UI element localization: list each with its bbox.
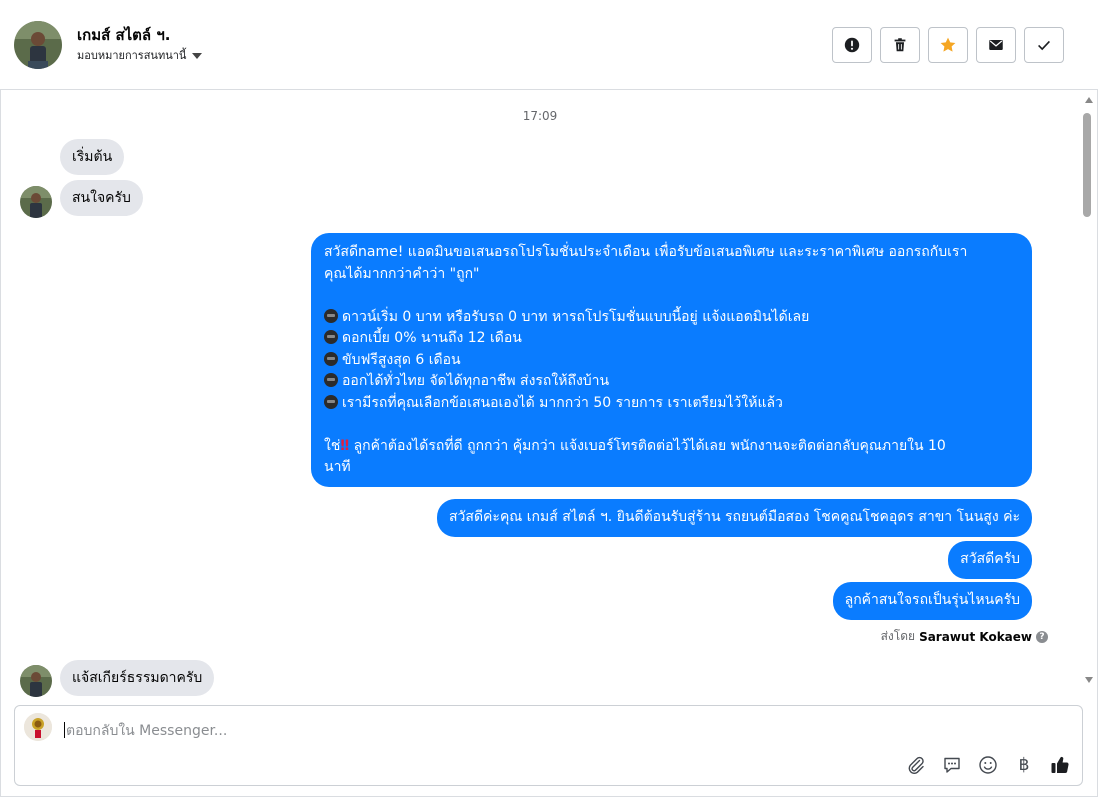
emoji-icon (979, 756, 997, 774)
outgoing-promo-message[interactable]: สวัสดีname! แอดมินขอเสนอรถโปรโมชั่นประจำ… (311, 233, 1032, 487)
sent-by-label: ส่งโดย (880, 629, 916, 643)
double-exclamation-icon: ‼ (340, 437, 350, 454)
message-timestamp: 17:09 (522, 109, 558, 123)
attach-button[interactable] (906, 755, 926, 775)
contact-name: เกมส์ สไตล์ ฯ. (77, 26, 171, 44)
reply-placeholder: ตอบกลับใน Messenger... (66, 723, 228, 739)
checkmark-icon (1038, 40, 1050, 51)
page-avatar (24, 713, 52, 741)
promo-bullet: ดาวน์เริ่ม 0 บาท หรือรับรถ 0 บาท หารถโปร… (324, 307, 1018, 329)
conversation-header: เกมส์ สไตล์ ฯ. มอบหมายการสนทนานี้ (0, 0, 1098, 90)
outgoing-message[interactable]: ลูกค้าสนใจรถเป็นรุ่นไหนครับ (832, 582, 1032, 620)
promo-closing: ใช่‼ ลูกค้าต้องได้รถที่ดี ถูกกว่า คุ้มกว… (324, 437, 946, 454)
car-emoji-icon (324, 394, 338, 409)
emoji-button[interactable] (978, 755, 998, 775)
report-button[interactable] (832, 27, 872, 63)
assign-conversation-dropdown[interactable]: มอบหมายการสนทนานี้ (77, 46, 203, 64)
promo-bullet: ดอกเบี้ย 0% นานถึง 12 เดือน (324, 328, 1018, 350)
baht-icon: ฿ (1018, 755, 1030, 775)
contact-avatar[interactable] (14, 21, 62, 69)
payment-button[interactable]: ฿ (1014, 755, 1034, 775)
car-emoji-icon (324, 330, 338, 344)
sent-by-info: ส่งโดย Sarawut Kokaew ? (881, 627, 1048, 646)
car-emoji-icon (324, 373, 338, 387)
question-circle-icon[interactable]: ? (1036, 630, 1048, 643)
car-emoji-icon (324, 308, 338, 323)
contact-avatar-small (20, 186, 52, 218)
promo-bullet: ออกได้ทั่วไทย จัดได้ทุกอาชีพ ส่งรถให้ถึง… (324, 371, 1018, 393)
scroll-down-arrow-icon[interactable] (1085, 677, 1093, 683)
incoming-message[interactable]: สนใจครับ (60, 180, 143, 216)
envelope-icon (989, 40, 1003, 50)
trash-icon (894, 38, 906, 52)
promo-line: คุณได้มากกว่าคำว่า "ถูก" (324, 265, 480, 282)
reply-composer[interactable]: ตอบกลับใน Messenger... ฿ (14, 705, 1083, 786)
incoming-message[interactable]: แจ้สเกียร์ธรรมดาครับ (60, 660, 215, 696)
promo-bullet: ขับฟรีสูงสุด 6 เดือน (324, 350, 1018, 372)
message-thread[interactable]: 17:09 เริ่มต้น สนใจครับ สวัสดีname! แอดม… (0, 91, 1080, 697)
incoming-message[interactable]: เริ่มต้น (60, 139, 125, 175)
outgoing-message[interactable]: สวัสดีค่ะคุณ เกมส์ สไตล์ ฯ. ยินดีต้อนรับ… (437, 499, 1032, 537)
exclamation-circle-icon (844, 37, 860, 53)
promo-line: สวัสดีname! แอดมินขอเสนอรถโปรโมชั่นประจำ… (324, 244, 968, 260)
promo-bullet: เรามีรถที่คุณเลือกข้อเสนอเองได้ มากกว่า … (324, 393, 1018, 415)
saved-reply-button[interactable] (942, 755, 962, 775)
scroll-up-arrow-icon[interactable] (1085, 97, 1093, 103)
star-button[interactable] (928, 27, 968, 63)
assign-label: มอบหมายการสนทนานี้ (77, 49, 187, 62)
reply-input[interactable]: ตอบกลับใน Messenger... (64, 720, 227, 742)
saved-reply-icon (944, 757, 960, 773)
composer-toolbar: ฿ (906, 755, 1070, 775)
contact-avatar-small (20, 665, 52, 697)
thumbs-up-icon (1051, 756, 1069, 774)
outgoing-message[interactable]: สวัสดีครับ (948, 541, 1032, 579)
sender-name: Sarawut Kokaew (919, 629, 1032, 644)
caret-down-icon (192, 52, 203, 59)
like-button[interactable] (1050, 755, 1070, 775)
delete-button[interactable] (880, 27, 920, 63)
conversation-actions (832, 27, 1064, 63)
mark-unread-button[interactable] (976, 27, 1016, 63)
thread-scrollbar[interactable] (1080, 91, 1098, 697)
paperclip-icon (908, 756, 924, 774)
text-cursor (64, 722, 65, 738)
car-emoji-icon (324, 351, 338, 366)
mark-done-button[interactable] (1024, 27, 1064, 63)
promo-closing-tail: นาที (324, 459, 351, 475)
star-icon (940, 37, 956, 52)
scroll-thumb[interactable] (1083, 113, 1091, 217)
